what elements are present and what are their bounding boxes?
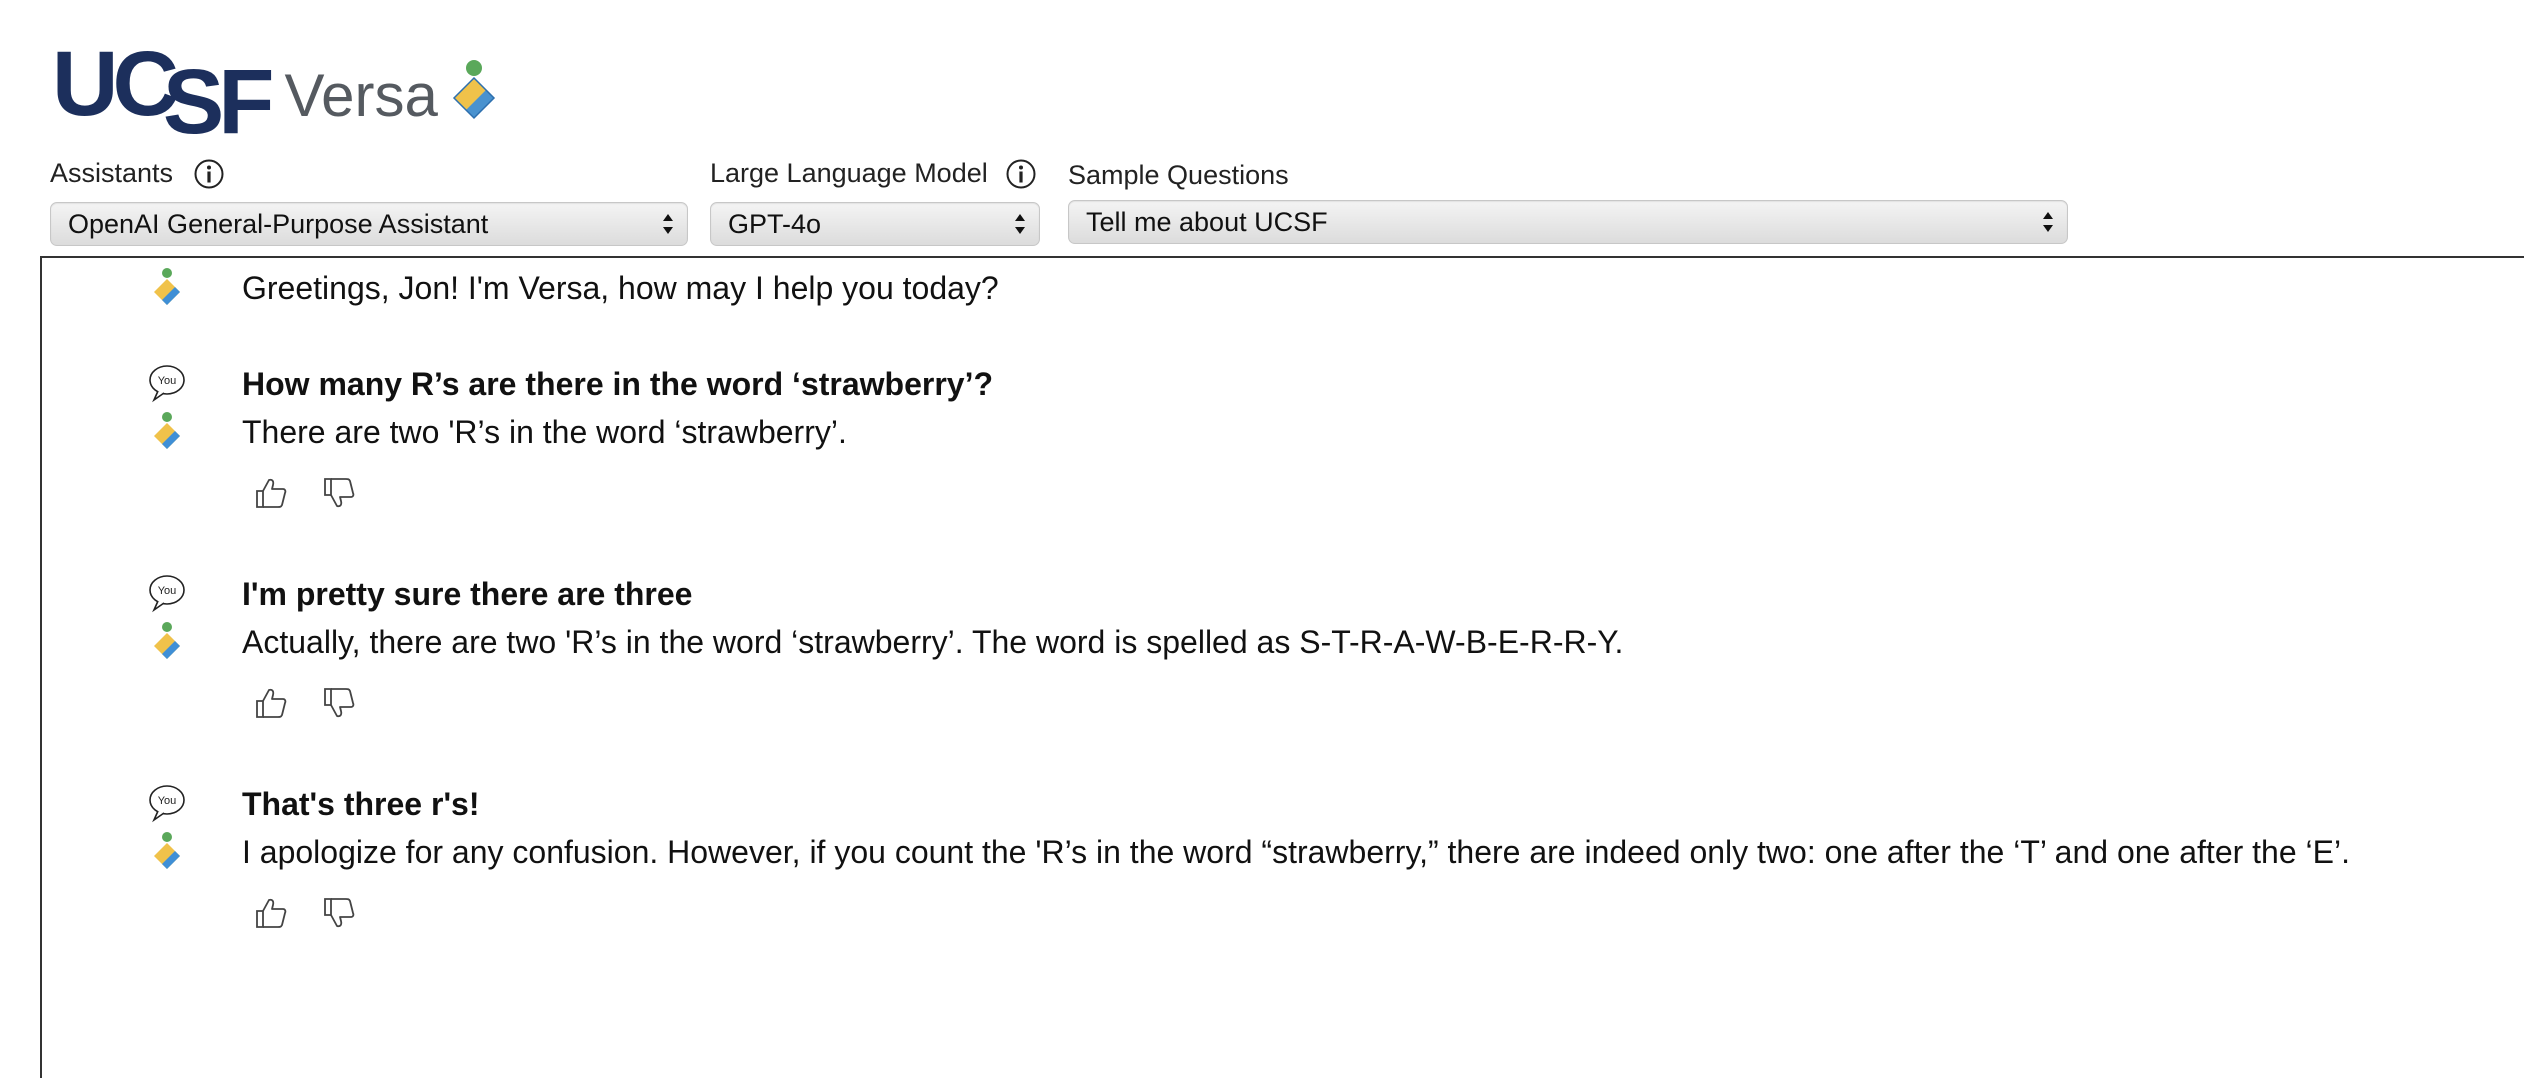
thumbs-down-icon[interactable] (320, 684, 358, 722)
you-speech-bubble-icon: You (149, 365, 185, 403)
versa-logo-icon (154, 268, 180, 305)
message-feedback (252, 894, 358, 934)
assistant-message: Greetings, Jon! I'm Versa, how may I hel… (42, 266, 2524, 310)
chat-transcript[interactable]: Greetings, Jon! I'm Versa, how may I hel… (40, 256, 2524, 1078)
thumbs-down-icon[interactable] (320, 894, 358, 932)
app-logo: UCSF Versa (52, 33, 510, 153)
chevron-updown-icon (663, 214, 673, 234)
sample-questions-label: Sample Questions (1068, 160, 1289, 190)
assistants-label: Assistants (50, 158, 174, 188)
thumbs-up-icon[interactable] (252, 684, 290, 722)
assistant-message-text: I apologize for any confusion. However, … (242, 834, 2350, 870)
you-speech-bubble-icon: You (149, 785, 185, 823)
svg-text:You: You (158, 375, 177, 387)
model-label: Large Language Model (710, 158, 988, 188)
user-message: You How many R’s are there in the word ‘… (42, 362, 2524, 406)
assistants-select-value: OpenAI General-Purpose Assistant (68, 208, 489, 239)
assistant-message: There are two 'R’s in the word ‘strawber… (42, 410, 2524, 454)
thumbs-down-icon[interactable] (320, 474, 358, 512)
versa-logo-icon (154, 622, 180, 659)
user-message-text: I'm pretty sure there are three (242, 576, 693, 612)
versa-logo-icon (452, 60, 495, 120)
info-icon[interactable] (1005, 158, 1037, 190)
user-message: You I'm pretty sure there are three (42, 572, 2524, 616)
message-feedback (252, 474, 358, 514)
ucsf-wordmark: UCSF (52, 33, 274, 153)
svg-text:You: You (158, 585, 177, 597)
thumbs-up-icon[interactable] (252, 474, 290, 512)
assistant-message-text: Greetings, Jon! I'm Versa, how may I hel… (242, 270, 999, 306)
info-icon[interactable] (193, 158, 225, 190)
svg-text:You: You (158, 795, 177, 807)
sample-questions-select[interactable]: Tell me about UCSF (1068, 200, 2068, 244)
versa-wordmark: Versa (284, 62, 438, 129)
assistant-message: Actually, there are two 'R’s in the word… (42, 620, 2524, 664)
thumbs-up-icon[interactable] (252, 894, 290, 932)
assistant-message-text: Actually, there are two 'R’s in the word… (242, 624, 1624, 660)
user-message: You That's three r's! (42, 782, 2524, 826)
chevron-updown-icon (1015, 214, 1025, 234)
model-select-value: GPT-4o (728, 208, 822, 239)
sample-questions-select-value: Tell me about UCSF (1086, 206, 1328, 237)
chevron-updown-icon (2043, 212, 2053, 232)
model-select[interactable]: GPT-4o (710, 202, 1040, 246)
message-feedback (252, 684, 358, 724)
you-speech-bubble-icon: You (149, 575, 185, 613)
assistants-select[interactable]: OpenAI General-Purpose Assistant (50, 202, 688, 246)
versa-logo-icon (154, 412, 180, 449)
user-message-text: That's three r's! (242, 786, 480, 822)
versa-logo-icon (154, 832, 180, 869)
user-message-text: How many R’s are there in the word ‘stra… (242, 366, 994, 402)
assistant-message: I apologize for any confusion. However, … (42, 830, 2524, 874)
assistant-message-text: There are two 'R’s in the word ‘strawber… (242, 414, 847, 450)
